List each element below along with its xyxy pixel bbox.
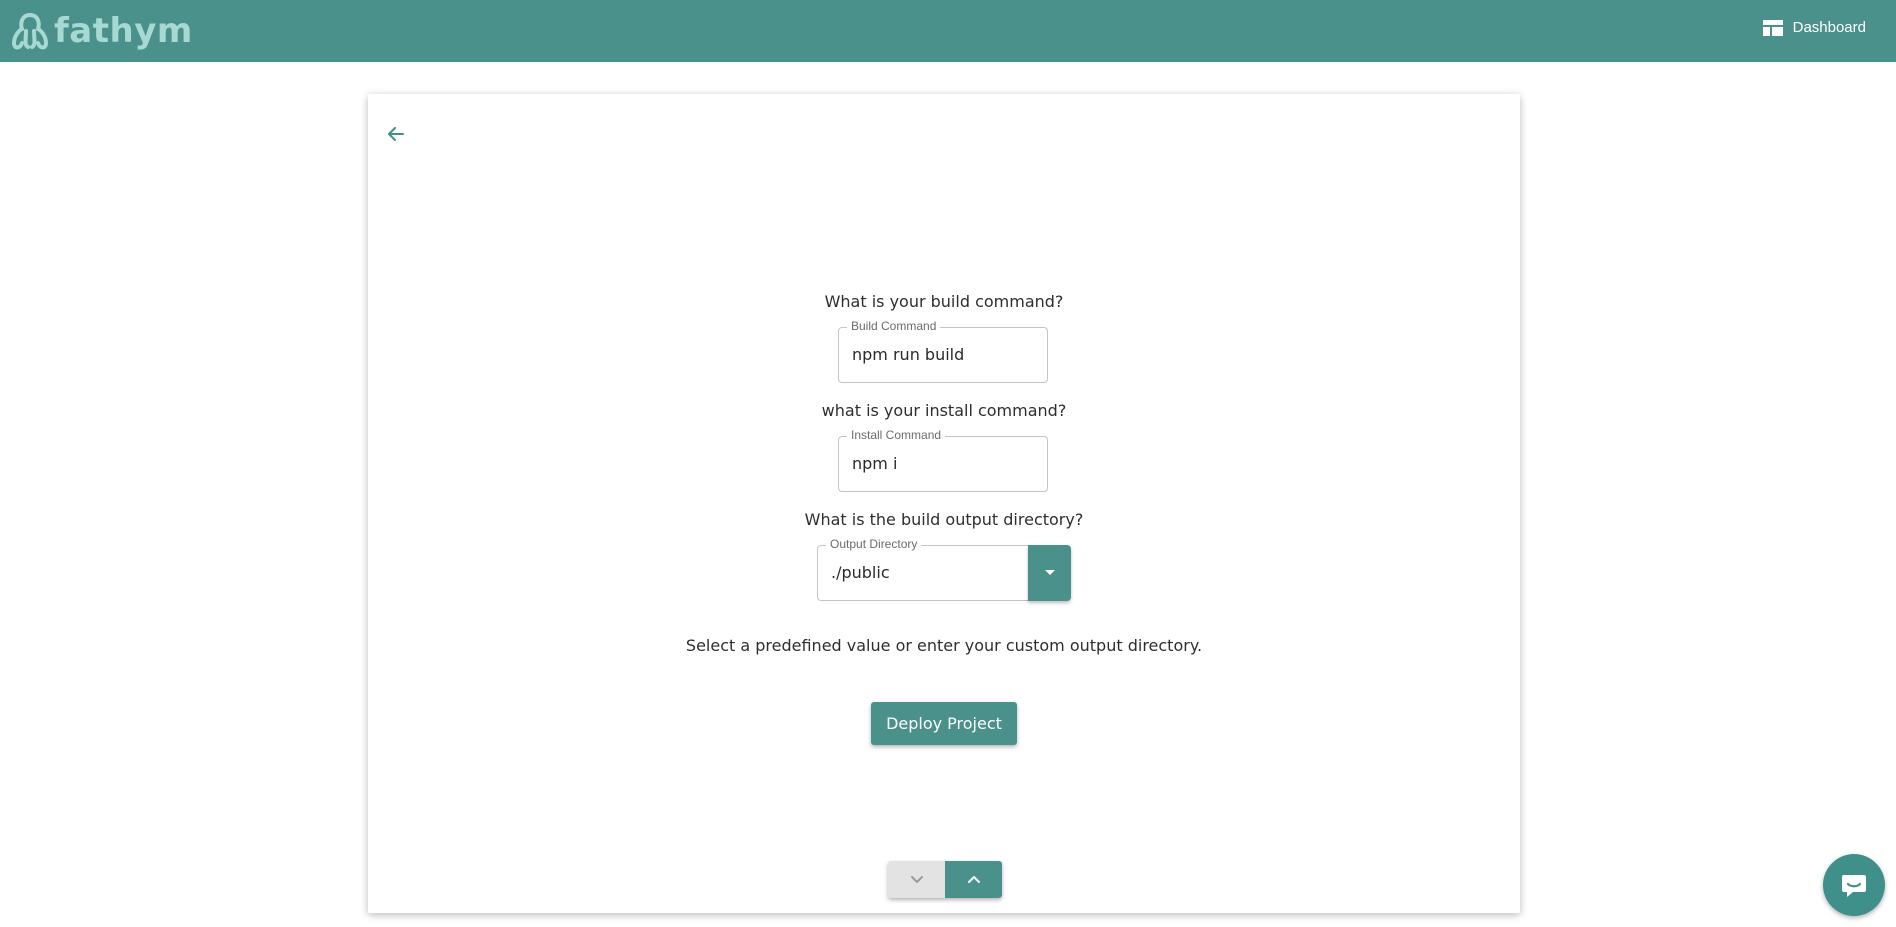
build-command-field[interactable]: Build Command npm run build <box>838 319 1048 383</box>
build-command-value[interactable]: npm run build <box>852 345 964 364</box>
output-directory-label: Output Directory <box>826 537 922 551</box>
install-command-value[interactable]: npm i <box>852 454 897 473</box>
step-up-button[interactable] <box>945 861 1002 898</box>
top-bar: fathym Dashboard <box>0 0 1896 62</box>
step-navigation <box>888 861 1002 898</box>
build-command-question: What is your build command? <box>824 292 1064 311</box>
install-command-label: Install Command <box>847 428 946 442</box>
dashboard-label: Dashboard <box>1792 19 1866 36</box>
arrow-left-icon <box>388 127 404 141</box>
step-down-button[interactable] <box>888 861 945 898</box>
output-directory-field[interactable]: Output Directory ./public <box>817 537 1029 601</box>
output-directory-dropdown-button[interactable] <box>1028 545 1071 601</box>
dashboard-link[interactable]: Dashboard <box>1762 19 1866 36</box>
chevron-up-icon <box>967 876 980 883</box>
install-command-question: what is your install command? <box>821 401 1067 420</box>
output-directory-hint: Select a predefined value or enter your … <box>685 636 1203 655</box>
back-button[interactable] <box>382 120 410 148</box>
chat-launcher-button[interactable] <box>1823 854 1885 916</box>
octopus-logo-icon <box>11 13 49 50</box>
install-command-field[interactable]: Install Command npm i <box>838 428 1048 492</box>
logo-text: fathym <box>54 11 193 51</box>
deploy-card: What is your build command? Build Comman… <box>368 94 1520 913</box>
build-command-label: Build Command <box>847 319 941 333</box>
chat-icon <box>1842 875 1866 897</box>
output-directory-value[interactable]: ./public <box>831 563 890 582</box>
deploy-project-button[interactable]: Deploy Project <box>871 702 1017 745</box>
fathym-logo[interactable]: fathym <box>8 6 193 56</box>
caret-down-icon <box>1044 570 1055 575</box>
chevron-down-icon <box>910 876 923 883</box>
output-directory-question: What is the build output directory? <box>804 510 1084 529</box>
dashboard-icon <box>1762 19 1783 36</box>
